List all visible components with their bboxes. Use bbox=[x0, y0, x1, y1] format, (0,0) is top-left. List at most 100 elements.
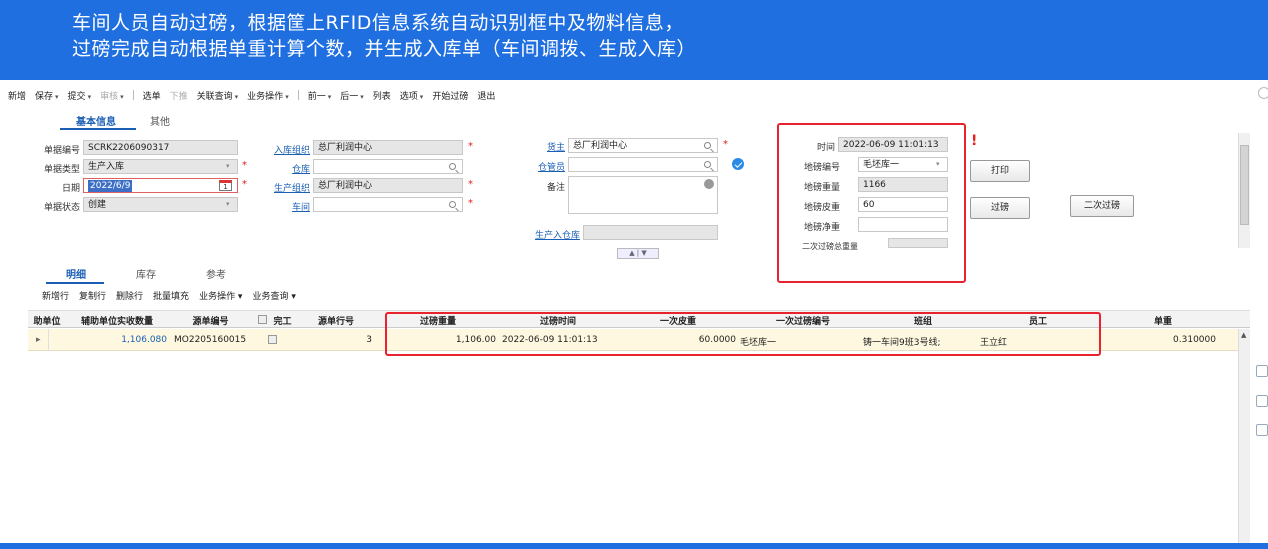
star-icon[interactable] bbox=[1256, 424, 1268, 436]
prod-in-wh-label[interactable]: 生产入仓库 bbox=[520, 228, 580, 241]
col-unit-weight[interactable]: 单重 bbox=[1108, 314, 1218, 327]
owner-field[interactable]: 总厂利润中心 bbox=[568, 138, 718, 153]
date-label: 日期 bbox=[61, 184, 80, 194]
keeper-field[interactable] bbox=[568, 157, 718, 172]
doc-type-select[interactable]: 生产入库 bbox=[83, 159, 238, 174]
next-button[interactable]: 后一 ▾ bbox=[340, 89, 364, 102]
new-button[interactable]: 新增 bbox=[8, 89, 26, 102]
column-divider bbox=[48, 329, 49, 350]
scale-no-select[interactable]: 毛坯库一 bbox=[858, 157, 948, 172]
search-icon[interactable] bbox=[704, 161, 711, 168]
delete-row-button[interactable]: 删除行 bbox=[116, 289, 143, 302]
required-mark: * bbox=[468, 179, 473, 190]
tab-other[interactable]: 其他 bbox=[150, 113, 170, 128]
prod-org-label[interactable]: 生产组织 bbox=[265, 181, 310, 194]
chevron-down-icon: ▾ bbox=[360, 92, 364, 101]
scale-tare-field[interactable]: 60 bbox=[858, 197, 948, 212]
cell-src-no[interactable]: MO2205160015 bbox=[174, 335, 246, 345]
date-field[interactable]: 2022/6/9 bbox=[83, 178, 238, 193]
calendar-icon[interactable]: 1 bbox=[219, 180, 232, 191]
form-scroll-thumb[interactable] bbox=[1240, 145, 1249, 225]
chevron-down-icon: ▾ bbox=[87, 92, 92, 101]
row-expand-icon[interactable]: ▸ bbox=[36, 335, 41, 345]
search-icon[interactable] bbox=[704, 142, 711, 149]
status-select[interactable]: 创建 bbox=[83, 197, 238, 212]
time-label: 时间 bbox=[816, 143, 835, 153]
exit-button[interactable]: 退出 bbox=[477, 89, 495, 102]
submit-button[interactable]: 提交 ▾ bbox=[68, 89, 92, 102]
col-aux-unit[interactable]: 助单位 bbox=[32, 314, 62, 327]
message-icon[interactable] bbox=[1256, 395, 1268, 407]
prod-in-wh-field[interactable] bbox=[583, 225, 718, 240]
chevron-down-icon: ▾ bbox=[226, 200, 230, 208]
chevron-down-icon: ▾ bbox=[55, 92, 59, 101]
grid-business-ops-button[interactable]: 业务操作 ▾ bbox=[199, 289, 242, 302]
col-src-no[interactable]: 源单编号 bbox=[173, 314, 248, 327]
required-mark: * bbox=[468, 141, 473, 152]
doc-type-label: 单据类型 bbox=[43, 165, 80, 175]
scroll-up-icon[interactable]: ▲ bbox=[1241, 331, 1246, 339]
chevron-down-icon: ▾ bbox=[285, 92, 289, 101]
related-query-button[interactable]: 关联查询 ▾ bbox=[197, 89, 239, 102]
tab-reference[interactable]: 参考 bbox=[206, 266, 226, 281]
business-ops-button[interactable]: 业务操作 ▾ bbox=[247, 89, 289, 102]
push-down-button[interactable]: 下推 bbox=[170, 89, 188, 102]
confirm-icon[interactable] bbox=[732, 158, 744, 170]
print-button[interactable]: 打印 bbox=[970, 160, 1030, 182]
workshop-field[interactable] bbox=[313, 197, 463, 212]
required-mark: * bbox=[723, 139, 728, 150]
form-scrollbar[interactable] bbox=[1238, 133, 1250, 248]
cell-unit-weight[interactable]: 0.310000 bbox=[1108, 335, 1216, 345]
in-org-field[interactable]: 总厂利润中心 bbox=[313, 140, 463, 155]
save-button[interactable]: 保存 ▾ bbox=[35, 89, 59, 102]
select-order-button[interactable]: 选单 bbox=[143, 89, 161, 102]
tab-detail[interactable]: 明细 bbox=[66, 266, 86, 281]
col-src-line[interactable]: 源单行号 bbox=[306, 314, 366, 327]
chevron-down-icon: ▾ bbox=[226, 162, 230, 170]
second-weigh-button[interactable]: 二次过磅 bbox=[1070, 195, 1134, 217]
warehouse-field[interactable] bbox=[313, 159, 463, 174]
scale-tare-label: 地磅皮重 bbox=[803, 203, 840, 213]
prev-button[interactable]: 前一 ▾ bbox=[308, 89, 332, 102]
refresh-icon[interactable] bbox=[1256, 365, 1268, 377]
search-icon[interactable] bbox=[449, 163, 456, 170]
col-aux-qty[interactable]: 辅助单位实收数量 bbox=[72, 314, 162, 327]
start-weigh-button[interactable]: 开始过磅 bbox=[432, 89, 468, 102]
tab-basic-info[interactable]: 基本信息 bbox=[76, 113, 116, 128]
scale-net-field[interactable] bbox=[858, 217, 948, 232]
batch-fill-button[interactable]: 批量填充 bbox=[153, 289, 189, 302]
keeper-label[interactable]: 仓管员 bbox=[520, 160, 565, 173]
done-checkbox[interactable] bbox=[268, 335, 277, 344]
grid-business-query-button[interactable]: 业务查询 ▾ bbox=[252, 289, 295, 302]
required-mark: * bbox=[242, 160, 247, 171]
edit-icon[interactable] bbox=[704, 179, 714, 189]
search-icon[interactable] bbox=[449, 201, 456, 208]
add-row-button[interactable]: 新增行 bbox=[42, 289, 69, 302]
required-mark: * bbox=[242, 179, 247, 190]
time-field[interactable]: 2022-06-09 11:01:13 bbox=[838, 137, 948, 152]
scale-weight-field[interactable]: 1166 bbox=[858, 177, 948, 192]
collapse-toggle[interactable]: ▲ | ▼ bbox=[617, 248, 659, 259]
done-all-checkbox[interactable] bbox=[258, 315, 267, 324]
grid-scrollbar[interactable]: ▲ bbox=[1238, 329, 1250, 543]
options-button[interactable]: 选项 ▾ bbox=[400, 89, 424, 102]
workshop-label[interactable]: 车间 bbox=[265, 200, 310, 213]
warehouse-label[interactable]: 仓库 bbox=[265, 162, 310, 175]
owner-label[interactable]: 货主 bbox=[520, 140, 565, 153]
chevron-down-icon: ▾ bbox=[419, 92, 424, 101]
cell-src-line[interactable]: 3 bbox=[306, 335, 372, 345]
gear-icon[interactable] bbox=[1258, 87, 1268, 99]
in-org-label[interactable]: 入库组织 bbox=[265, 143, 310, 156]
doc-no-field[interactable]: SCRK2206090317 bbox=[83, 140, 238, 155]
tab-stock[interactable]: 库存 bbox=[136, 266, 156, 281]
list-button[interactable]: 列表 bbox=[373, 89, 391, 102]
remark-textarea[interactable] bbox=[568, 176, 718, 214]
remark-label: 备注 bbox=[546, 183, 565, 193]
weigh-button[interactable]: 过磅 bbox=[970, 197, 1030, 219]
second-total-field[interactable] bbox=[888, 238, 948, 248]
col-done[interactable]: 完工 bbox=[270, 314, 295, 327]
prod-org-field[interactable]: 总厂利润中心 bbox=[313, 178, 463, 193]
audit-button[interactable]: 审核 ▾ bbox=[100, 89, 124, 102]
cell-aux-qty[interactable]: 1,106.080 bbox=[72, 335, 167, 345]
copy-row-button[interactable]: 复制行 bbox=[79, 289, 106, 302]
